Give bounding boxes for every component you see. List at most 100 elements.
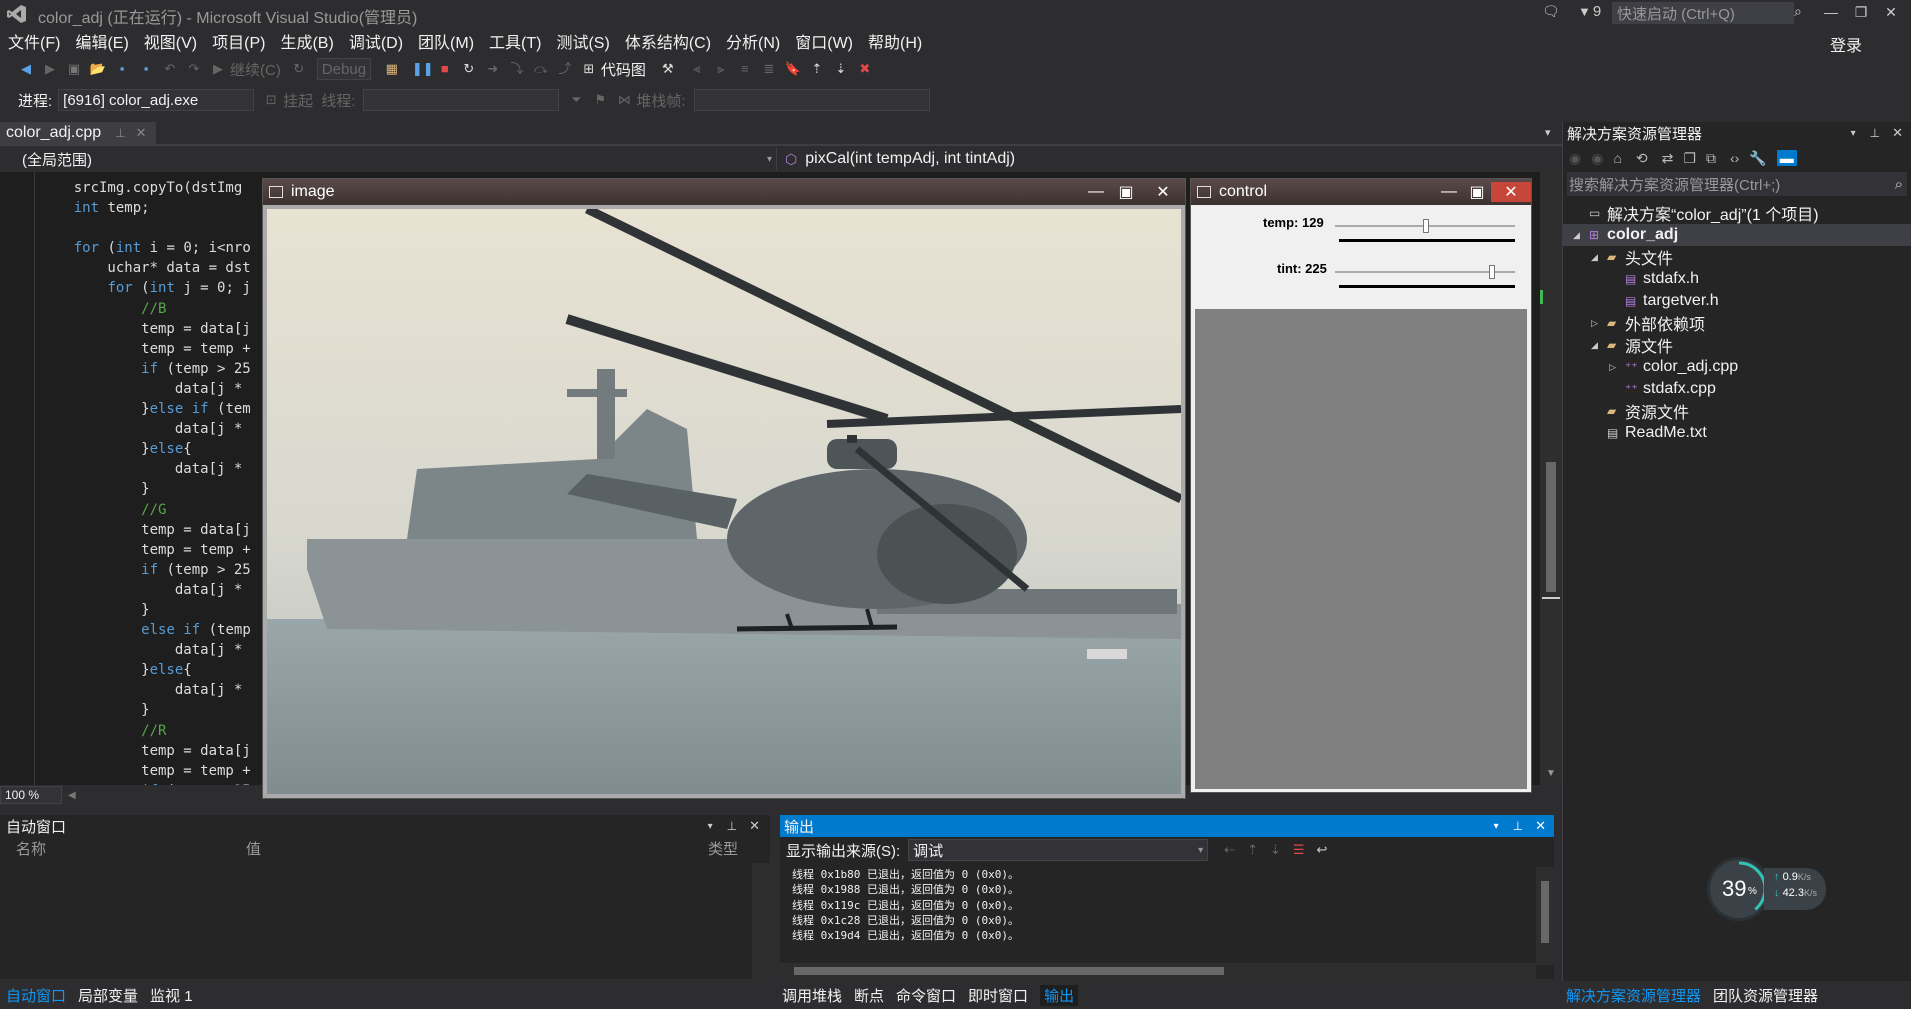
tab-autos[interactable]: 自动窗口 [6,985,66,1006]
redo-icon[interactable]: ↷ [185,60,203,78]
open-file-icon[interactable]: 📂 [89,60,107,78]
code-map-icon[interactable]: ⊞ [580,60,598,78]
code-line[interactable]: data[j * [40,680,251,700]
function-dropdown[interactable]: ⬡ pixCal(int tempAdj, int tintAdj) [777,148,1562,170]
tab-solution-explorer[interactable]: 解决方案资源管理器 [1566,985,1701,1006]
menu-project[interactable]: 项目(P) [212,29,265,53]
panel-dropdown-icon[interactable]: ▾ [1851,128,1856,139]
menu-window[interactable]: 窗口(W) [795,29,853,53]
word-wrap-icon[interactable]: ↩ [1317,842,1328,858]
code-map-button[interactable]: 代码图 [601,59,646,80]
thread-dropdown[interactable] [363,89,560,111]
quick-launch-input[interactable]: 快速启动 (Ctrl+Q) [1612,2,1794,24]
forward-icon[interactable]: ◉ [1591,150,1603,167]
step-into-icon[interactable]: ⤵ [508,60,526,78]
code-line[interactable]: for (int i = 0; i<nro [40,238,251,258]
align-left-icon[interactable]: ⫷ [688,60,706,78]
code-line[interactable]: //G [40,500,251,520]
tab-call-stack[interactable]: 调用堆栈 [782,985,842,1006]
code-line[interactable]: data[j * [40,419,251,439]
tab-team-explorer[interactable]: 团队资源管理器 [1713,985,1818,1006]
column-name[interactable]: 名称 [16,838,46,859]
code-line[interactable]: }else{ [40,660,251,680]
tab-output[interactable]: 输出 [1040,984,1079,1006]
clear-all-icon[interactable]: ☰ [1293,842,1305,858]
tree-item[interactable]: ◢ ▰ 源文件 [1563,334,1911,356]
suspend-button[interactable]: 挂起 [283,90,313,111]
stack-frame-dropdown[interactable] [693,89,930,111]
back-icon[interactable]: ◉ [1569,150,1581,167]
code-line[interactable]: data[j * [40,379,251,399]
tab-watch1[interactable]: 监视 1 [150,985,193,1006]
close-icon[interactable]: ✕ [1535,818,1546,834]
stop-icon[interactable]: ■ [436,60,454,78]
pin-icon[interactable]: ⊥ [727,819,737,833]
expand-arrow-icon[interactable]: ◢ [1591,252,1607,263]
home-icon[interactable]: ⌂ [1613,150,1621,166]
code-line[interactable]: } [40,600,251,620]
undo-icon[interactable]: ↶ [161,60,179,78]
filter-icon[interactable]: ⏷ [567,91,585,109]
forward-icon[interactable]: ▶ [41,60,59,78]
menu-build[interactable]: 生成(B) [280,29,333,53]
editor-vertical-scrollbar[interactable]: ▼ [1540,172,1562,785]
prev-message-icon[interactable]: ⇡ [1247,842,1258,858]
step-over-icon[interactable]: ⤼ [532,60,550,78]
comment-icon[interactable]: ≡ [736,60,754,78]
code-line[interactable]: //R [40,721,251,741]
output-text[interactable]: 线程 0x1b80 已退出，返回值为 0 (0x0)。 线程 0x1988 已退出… [792,867,1532,955]
tree-item[interactable]: ◢ ⊞ color_adj [1563,224,1911,246]
continue-button[interactable]: 继续(C) [230,59,281,80]
uncomment-icon[interactable]: ≣ [760,60,778,78]
tint-thumb[interactable] [1489,265,1495,279]
code-line[interactable]: data[j * [40,580,251,600]
tree-item[interactable]: ▰ 资源文件 [1563,400,1911,422]
tree-item[interactable]: ▤ targetver.h [1563,290,1911,312]
code-line[interactable]: //B [40,299,251,319]
solution-search-input[interactable]: 搜索解决方案资源管理器(Ctrl+;) ⌕ [1567,172,1907,196]
code-line[interactable]: } [40,700,251,720]
view-code-icon[interactable]: ‹› [1730,150,1739,166]
menu-view[interactable]: 视图(V) [144,29,197,53]
code-line[interactable]: int temp; [40,198,251,218]
find-message-icon[interactable]: ⇠ [1224,842,1235,858]
code-line[interactable]: }else if (tem [40,399,251,419]
output-vertical-scrollbar[interactable] [1536,867,1554,965]
pending-changes-icon[interactable]: ⟲ [1636,150,1648,167]
step-out-icon[interactable]: ⤴ [556,60,574,78]
search-icon[interactable]: ⌕ [1794,3,1802,20]
tab-overflow-icon[interactable]: ▾ [1545,126,1551,139]
control-window[interactable]: control — ▣ ✕ temp: 129 tint: 225 [1190,178,1532,793]
image-window[interactable]: image — ▣ ✕ [262,178,1186,799]
tree-item[interactable]: ▭ 解决方案“color_adj”(1 个项目) [1563,202,1911,224]
code-line[interactable]: } [40,479,251,499]
temp-trackbar[interactable] [1335,219,1515,233]
code-line[interactable]: temp = data[j [40,741,251,761]
save-icon[interactable]: ▪ [113,60,131,78]
tree-item[interactable]: ⁺⁺ stdafx.cpp [1563,378,1911,400]
tree-item[interactable]: ▷ ⁺⁺ color_adj.cpp [1563,356,1911,378]
panel-dropdown-icon[interactable]: ▾ [1494,821,1499,832]
network-speed-widget[interactable]: 39 % ↑ 0.9K/s ↓ 42.3K/s [1710,860,1826,918]
close-icon[interactable]: ✕ [1892,125,1903,141]
feedback-icon[interactable]: 🗨 [1542,3,1560,20]
suspend-icon[interactable]: ⊡ [262,91,280,109]
tree-item[interactable]: ▤ ReadMe.txt [1563,422,1911,444]
code-lines[interactable]: srcImg.copyTo(dstImg int temp; for (int … [40,178,251,785]
scrollbar-thumb[interactable] [794,967,1224,975]
tree-item[interactable]: ◢ ▰ 头文件 [1563,246,1911,268]
code-line[interactable]: srcImg.copyTo(dstImg [40,178,251,198]
minimize-button[interactable]: — [1435,183,1463,201]
output-horizontal-scrollbar[interactable] [780,963,1536,979]
new-project-icon[interactable]: ▣ [65,60,83,78]
tab-close-icon[interactable]: ✕ [136,125,147,141]
refresh-icon[interactable]: ↻ [290,60,308,78]
collapse-all-icon[interactable]: ❐ [1683,150,1696,167]
expand-arrow-icon[interactable]: ▷ [1609,362,1625,373]
show-next-statement-icon[interactable]: ➜ [484,60,502,78]
minimize-button[interactable]: — [1816,0,1846,24]
next-message-icon[interactable]: ⇣ [1270,842,1281,858]
notifications[interactable]: ▼ 9 [1578,3,1601,20]
code-line[interactable]: data[j * [40,640,251,660]
back-icon[interactable]: ◀ [17,60,35,78]
